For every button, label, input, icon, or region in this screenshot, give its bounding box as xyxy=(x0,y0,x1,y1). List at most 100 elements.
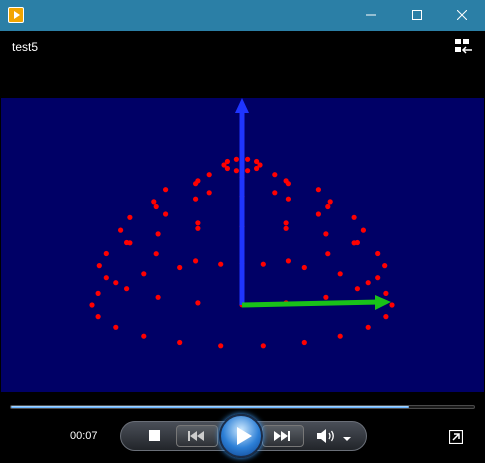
data-point xyxy=(383,314,389,320)
close-icon xyxy=(457,10,467,20)
data-point xyxy=(195,220,201,226)
data-point xyxy=(375,275,381,281)
data-point xyxy=(283,220,289,226)
data-point xyxy=(272,190,278,196)
volume-menu-button[interactable] xyxy=(342,431,352,441)
elapsed-time: 00:07 xyxy=(70,430,98,442)
data-point xyxy=(285,181,291,187)
media-title: test5 xyxy=(12,40,39,54)
data-point xyxy=(325,203,331,210)
data-point xyxy=(301,264,307,271)
data-point xyxy=(177,339,183,346)
data-point xyxy=(351,214,357,220)
3d-scene xyxy=(1,98,484,392)
data-point xyxy=(383,290,389,296)
data-point xyxy=(155,294,161,300)
data-point xyxy=(301,339,307,346)
data-point xyxy=(218,343,224,349)
data-point xyxy=(95,314,101,320)
skip-next-icon xyxy=(274,431,290,441)
data-point xyxy=(283,225,289,231)
volume-button[interactable] xyxy=(316,427,338,445)
data-point xyxy=(155,231,161,237)
close-button[interactable] xyxy=(439,0,485,31)
data-point xyxy=(233,168,239,174)
data-point xyxy=(127,240,133,246)
next-button[interactable] xyxy=(262,425,304,447)
x-axis xyxy=(241,299,380,308)
data-point xyxy=(327,199,333,205)
data-point xyxy=(365,324,371,330)
data-point xyxy=(113,324,119,330)
data-point xyxy=(254,158,260,165)
data-point xyxy=(195,225,201,231)
data-point xyxy=(315,187,321,193)
data-point xyxy=(141,333,147,339)
data-point xyxy=(285,258,291,264)
data-point xyxy=(323,294,329,300)
data-point xyxy=(375,250,381,257)
seek-bar-fill xyxy=(11,406,410,408)
data-point xyxy=(337,333,343,339)
minimize-button[interactable] xyxy=(348,0,394,31)
data-point xyxy=(206,172,212,178)
data-point xyxy=(206,190,212,196)
play-button[interactable] xyxy=(219,414,263,458)
data-point xyxy=(113,280,119,286)
data-point xyxy=(325,251,331,257)
data-point xyxy=(89,302,95,308)
data-point xyxy=(141,271,147,277)
minimize-icon xyxy=(366,14,376,16)
data-point xyxy=(95,290,101,296)
data-point xyxy=(163,187,169,193)
data-point xyxy=(389,302,395,308)
volume-icon xyxy=(317,429,334,443)
playlist-layout-button[interactable] xyxy=(455,39,473,55)
data-point xyxy=(153,251,159,257)
data-point xyxy=(285,196,291,202)
data-point xyxy=(260,261,266,267)
stop-button[interactable] xyxy=(149,430,160,441)
data-point xyxy=(153,203,159,210)
data-point xyxy=(177,264,183,271)
data-point xyxy=(365,280,371,286)
data-point xyxy=(195,300,201,306)
data-point xyxy=(127,214,133,220)
video-area[interactable] xyxy=(1,98,484,392)
data-point xyxy=(254,165,260,172)
data-point xyxy=(360,227,366,233)
data-point xyxy=(315,211,321,217)
data-point xyxy=(323,231,329,237)
data-point xyxy=(354,286,360,292)
data-point xyxy=(103,250,109,257)
media-player-icon xyxy=(8,7,24,23)
data-point xyxy=(224,158,230,165)
data-point xyxy=(96,263,102,269)
chevron-down-icon xyxy=(343,437,351,441)
data-point xyxy=(103,275,109,281)
data-point xyxy=(245,156,251,162)
data-point xyxy=(337,271,343,277)
data-point xyxy=(118,227,124,233)
data-point xyxy=(124,286,130,292)
data-point xyxy=(382,263,388,269)
title-bar xyxy=(0,0,485,31)
z-axis-arrowhead xyxy=(235,98,249,113)
skip-previous-icon xyxy=(188,431,204,441)
seek-bar[interactable] xyxy=(10,405,475,409)
data-point xyxy=(272,172,278,178)
data-point xyxy=(151,199,157,205)
switch-to-library-icon xyxy=(448,429,464,445)
data-point xyxy=(218,261,224,267)
x-axis-arrowhead xyxy=(375,295,391,310)
data-point xyxy=(193,258,199,264)
switch-view-button[interactable] xyxy=(448,429,464,445)
data-point xyxy=(193,196,199,202)
playlist-layout-icon xyxy=(455,39,472,54)
data-point xyxy=(163,211,169,217)
previous-button[interactable] xyxy=(176,425,218,447)
data-point xyxy=(193,181,199,187)
maximize-button[interactable] xyxy=(394,0,440,31)
data-point xyxy=(233,156,239,162)
maximize-icon xyxy=(412,10,422,20)
